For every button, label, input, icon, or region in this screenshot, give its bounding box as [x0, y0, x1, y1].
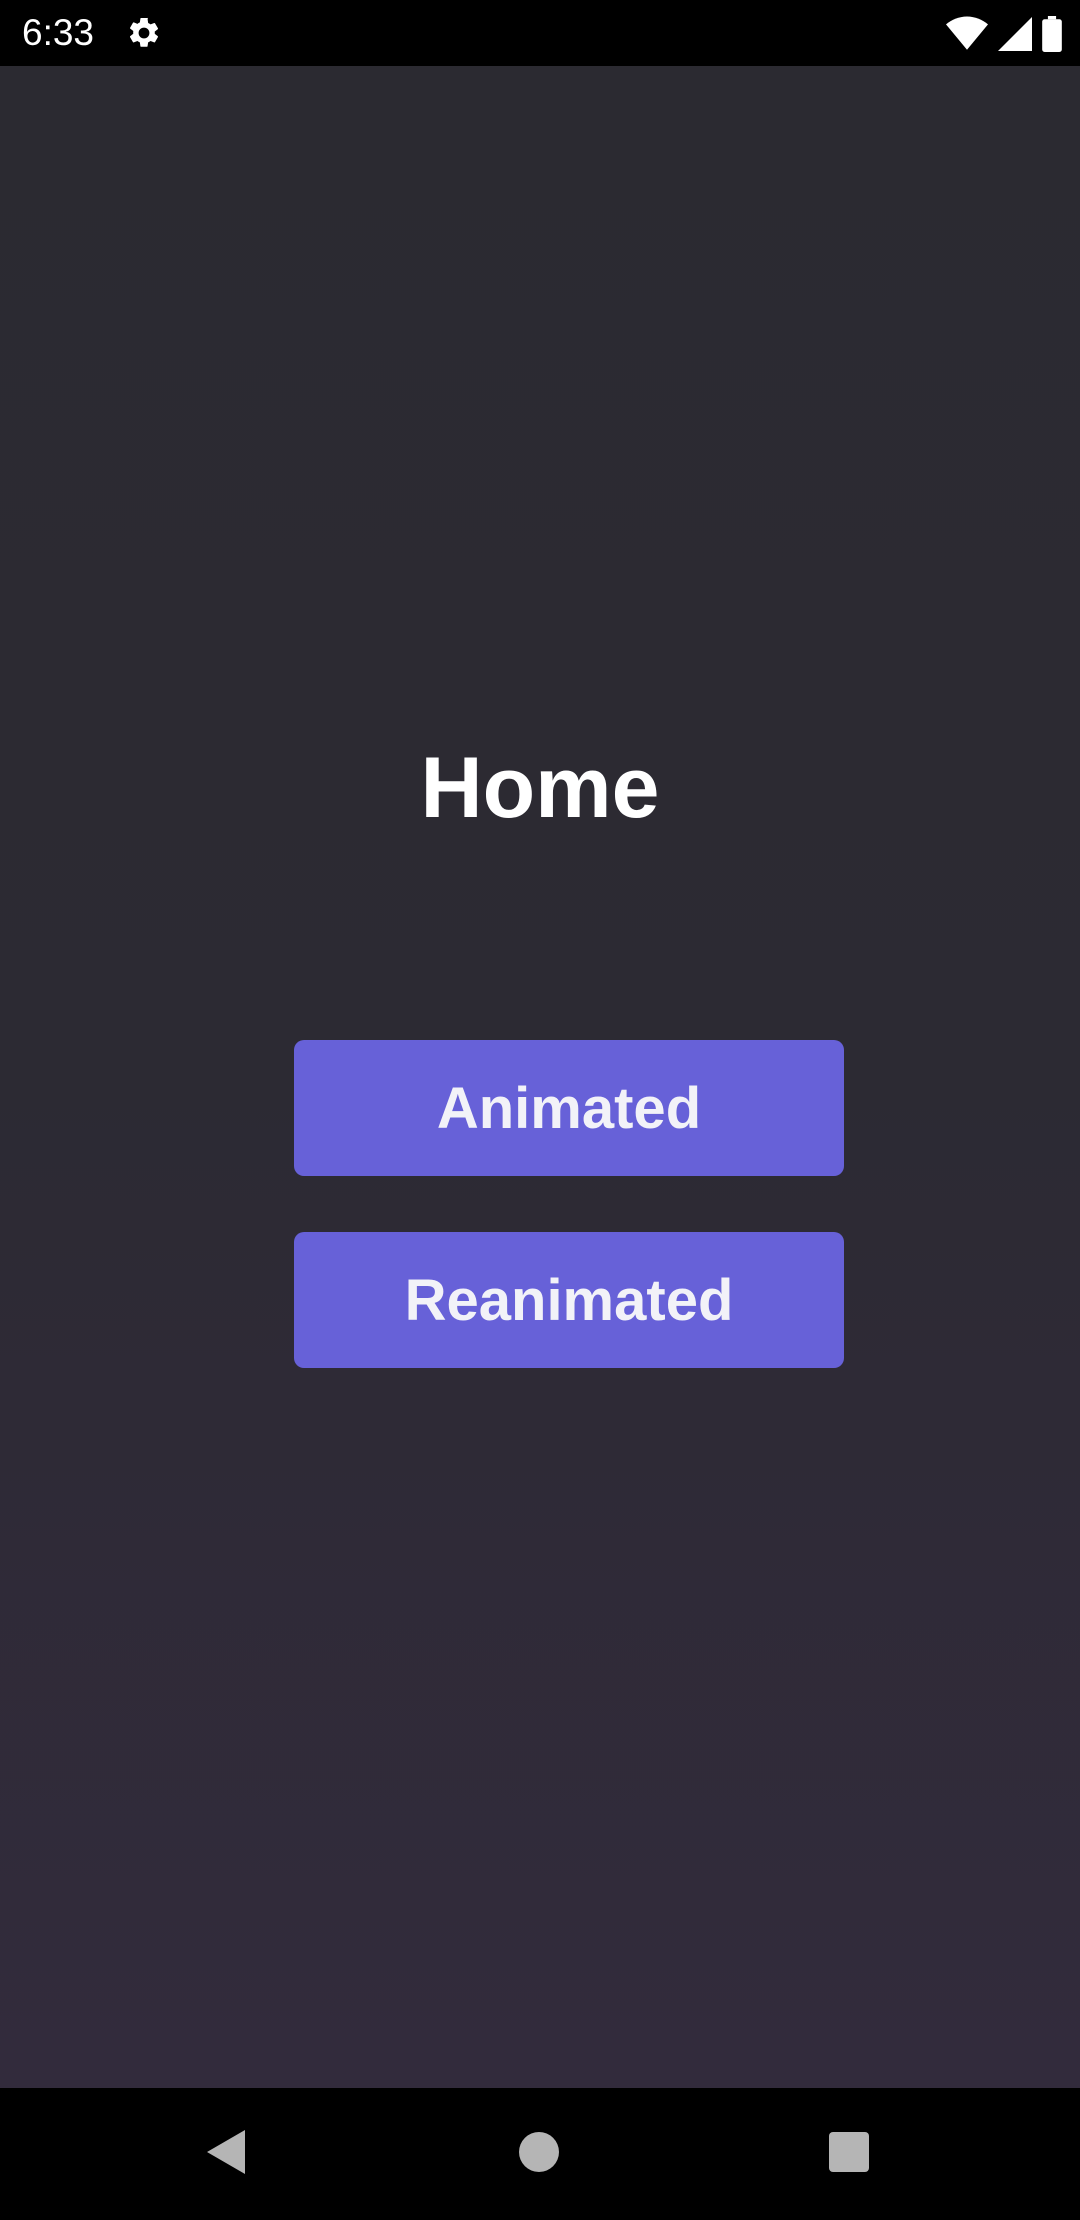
- page-title: Home: [420, 740, 660, 836]
- animated-button[interactable]: Animated: [294, 1040, 844, 1176]
- status-icons: [946, 14, 1062, 54]
- back-icon[interactable]: [205, 2128, 247, 2176]
- battery-icon: [1042, 16, 1062, 52]
- reanimated-button[interactable]: Reanimated: [294, 1232, 844, 1368]
- home-screen: Home Animated Reanimated: [0, 66, 1080, 2088]
- phone-screen: 6:33 Home Animated Reanimated: [0, 0, 1080, 2220]
- status-bar: 6:33: [0, 0, 1080, 66]
- status-time: 6:33: [22, 12, 95, 53]
- navigation-bar: [0, 2088, 1080, 2220]
- recents-icon[interactable]: [829, 2132, 869, 2172]
- settings-gear-icon: [126, 15, 162, 51]
- cellular-signal-icon: [998, 17, 1032, 51]
- wifi-icon: [946, 16, 988, 52]
- home-icon[interactable]: [519, 2132, 559, 2172]
